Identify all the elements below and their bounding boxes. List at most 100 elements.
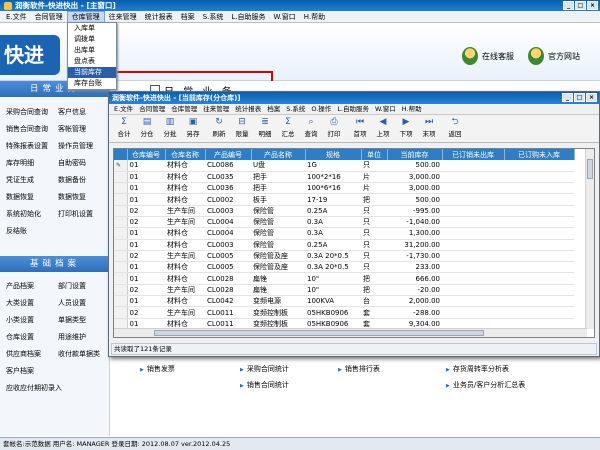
column-header[interactable]: 已订购未入库 <box>504 149 575 160</box>
table-row[interactable]: 02 生产车间 CL0011 变频控制板 05HKB0906 套 -288.00 <box>114 306 574 319</box>
menu-window[interactable]: W.窗口 <box>269 11 299 23</box>
vscroll-thumb[interactable] <box>587 159 593 179</box>
menu-item-outbound[interactable]: 出库单 <box>68 45 116 56</box>
nav-usage-maintenance[interactable]: 用途维护 <box>58 332 110 342</box>
hscroll-thumb[interactable] <box>154 330 484 336</box>
menu-help[interactable]: H.帮助 <box>300 11 329 23</box>
toolbar-refresh-button[interactable]: ↻ 刷新 <box>208 117 230 138</box>
child-minimize-button[interactable]: _ <box>562 93 573 102</box>
official-site-link[interactable]: 官方网站 <box>528 47 580 65</box>
nav-receivable-payable-init[interactable]: 应收应付期初录入 <box>6 383 62 393</box>
nav-customer-archive[interactable]: 客户档案 <box>6 366 58 376</box>
menu-self-service[interactable]: L.自助服务 <box>227 11 269 23</box>
link-sales-contract-stats[interactable]: 销售合同统计 <box>240 380 289 390</box>
column-header[interactable]: 当前库存 <box>387 149 443 160</box>
child-menu-self-service[interactable]: L.自助服务 <box>334 104 372 114</box>
nav-operator-management[interactable]: 操作员管理 <box>58 141 110 151</box>
column-header[interactable]: 产品编号 <box>205 149 252 160</box>
menu-archive[interactable]: 档案 <box>177 11 199 23</box>
link-inventory-turnover[interactable]: 存货周转率分析表 <box>446 364 509 374</box>
nav-reverse-closing[interactable]: 反结账 <box>6 226 58 236</box>
minimize-button[interactable]: _ <box>563 1 574 10</box>
column-header[interactable]: 产品名称 <box>251 149 306 160</box>
nav-staff-settings[interactable]: 人员设置 <box>58 298 110 308</box>
menu-reports[interactable]: 统计报表 <box>141 11 177 23</box>
child-menu-archive[interactable]: 档案 <box>264 104 283 114</box>
link-sales-ranking[interactable]: 销售排行表 <box>338 364 380 374</box>
nav-warehouse-settings[interactable]: 仓库设置 <box>6 332 58 342</box>
link-sales-invoice[interactable]: 销售发票 <box>140 364 175 374</box>
online-service-link[interactable]: 在线客服 <box>462 47 514 65</box>
nav-product-archive[interactable]: 产品档案 <box>6 281 58 291</box>
nav-data-restore-a[interactable]: 数据恢复 <box>6 192 58 202</box>
table-row[interactable]: 01 材料仓 CL0042 变频电源 100KVA 台 2,000.00 <box>114 295 574 308</box>
nav-printer-settings[interactable]: 打印机设置 <box>58 209 110 219</box>
table-row[interactable]: 01 材料仓 CL0005 保险管及座 0.3A 20*0.5 只 233.00 <box>114 261 574 274</box>
child-menu-reports[interactable]: 统计报表 <box>232 104 264 114</box>
table-row[interactable]: 02 生产车间 CL0028 扁锉 10" 把 -20.00 <box>114 284 574 297</box>
column-header[interactable]: 仓库编号 <box>127 149 166 160</box>
menu-warehouse[interactable]: 仓库管理 <box>66 10 105 23</box>
nav-self-service-password[interactable]: 自助密码 <box>58 158 110 168</box>
table-row[interactable]: 02 生产车间 CL0005 保险管及座 0.3A 20*0.5 只 -1,730.00 <box>114 250 574 263</box>
nav-stock-detail[interactable]: 库存明细 <box>6 158 58 168</box>
nav-department-settings[interactable]: 部门设置 <box>58 281 110 291</box>
child-close-button[interactable]: × <box>586 93 597 102</box>
horizontal-scrollbar[interactable] <box>114 328 587 337</box>
toolbar-detail-button[interactable]: ≣ 明细 <box>254 117 276 138</box>
menu-item-transfer[interactable]: 调拨单 <box>68 34 116 45</box>
child-menu-help[interactable]: H.帮助 <box>399 104 425 114</box>
menu-file[interactable]: E.文件 <box>2 11 31 23</box>
column-header[interactable]: 规格 <box>305 149 362 160</box>
table-row[interactable]: ✎ 01 材料仓 CL0086 U盘 1G 只 500.00 <box>114 160 574 172</box>
toolbar-back-button[interactable]: ⮌ 返回 <box>444 117 466 138</box>
column-header[interactable]: 单位 <box>361 149 388 160</box>
nav-customer-accounts[interactable]: 客帐管理 <box>58 124 110 134</box>
nav-category-settings[interactable]: 大类设置 <box>6 298 58 308</box>
column-header[interactable]: 已订销未出库 <box>442 149 505 160</box>
toolbar-sum-button[interactable]: Σ 合计 <box>113 117 135 138</box>
link-purchase-contract-stats[interactable]: 采购合同统计 <box>240 364 289 374</box>
child-menu-window[interactable]: W.窗口 <box>372 104 399 114</box>
menu-system[interactable]: S.系统 <box>199 11 228 23</box>
toolbar-last-button[interactable]: ⏭ 末项 <box>418 117 440 138</box>
nav-data-restore-b[interactable]: 数据恢复 <box>58 192 110 202</box>
table-row[interactable]: 01 材料仓 CL0028 扁锉 10" 把 666.00 <box>114 272 574 285</box>
toolbar-save-button[interactable]: ▣ 另存 <box>182 117 204 138</box>
table-row[interactable]: 01 材料仓 CL0035 把手 100*2*16 片 3,000.00 <box>114 171 574 184</box>
menu-item-current-stock[interactable]: 当前库存 <box>68 67 116 78</box>
nav-special-report-settings[interactable]: 特殊报表设置 <box>6 141 58 151</box>
table-row[interactable]: 01 材料仓 CL0004 保险管 0.3A 只 1,300.00 <box>114 227 574 240</box>
menu-item-stocktake[interactable]: 盘点表 <box>68 56 116 67</box>
menu-contract[interactable]: 合同管理 <box>31 11 67 23</box>
table-row[interactable]: 02 生产车间 CL0004 保险管 0.3A 只 -1,040.00 <box>114 216 574 229</box>
stock-grid[interactable]: 仓库编号 仓库名称 产品编号 产品名称 规格 单位 当前库存 已订销未出库 已订购未入库 ✎ 01… <box>113 148 595 338</box>
table-row[interactable]: 01 材料仓 CL0002 板手 17-19 把 500.00 <box>114 193 574 206</box>
menu-item-inbound[interactable]: 入库单 <box>68 23 116 34</box>
toolbar-summary-button[interactable]: Σ 汇总 <box>277 117 299 138</box>
nav-supplier-archive[interactable]: 供应商档案 <box>6 349 58 359</box>
menu-accounts[interactable]: 往来管理 <box>105 11 141 23</box>
table-row[interactable]: 01 材料仓 CL0003 保险管 0.25A 只 31,200.00 <box>114 239 574 251</box>
child-maximize-button[interactable]: □ <box>574 93 585 102</box>
nav-payment-doc-types[interactable]: 收付款单据类 <box>58 349 110 359</box>
nav-system-init[interactable]: 系统初始化 <box>6 209 58 219</box>
link-salesperson-customer-summary[interactable]: 业务员/客户分析汇总表 <box>446 380 525 390</box>
toolbar-next-button[interactable]: ▶ 下项 <box>395 117 417 138</box>
nav-subcategory-settings[interactable]: 小类设置 <box>6 315 58 325</box>
nav-purchase-contract-query[interactable]: 采购合同查询 <box>6 107 58 117</box>
table-row[interactable]: 02 生产车间 CL0003 保险管 0.25A 只 -995.00 <box>114 205 574 217</box>
nav-customer-info[interactable]: 客户信息 <box>58 107 110 117</box>
child-menu-operation[interactable]: O.操作 <box>308 104 334 114</box>
nav-sales-contract-query[interactable]: 销售合同查询 <box>6 124 58 134</box>
toolbar-print-button[interactable]: ⎙ 打印 <box>323 117 345 138</box>
toolbar-prev-button[interactable]: ◀ 上项 <box>372 117 394 138</box>
child-menu-file[interactable]: E.文件 <box>111 104 136 114</box>
nav-voucher-generate[interactable]: 凭证生成 <box>6 175 58 185</box>
nav-document-types[interactable]: 单据类型 <box>58 315 110 325</box>
menu-item-stock-ledger[interactable]: 库存台账 <box>68 78 116 89</box>
table-row[interactable]: 01 材料仓 CL0036 把手 100*6*16 片 3,000.00 <box>114 182 574 195</box>
toolbar-split-button[interactable]: ▥ 分批 <box>159 117 181 138</box>
toolbar-first-button[interactable]: ⏮ 首项 <box>349 117 371 138</box>
maximize-button[interactable]: □ <box>575 1 586 10</box>
